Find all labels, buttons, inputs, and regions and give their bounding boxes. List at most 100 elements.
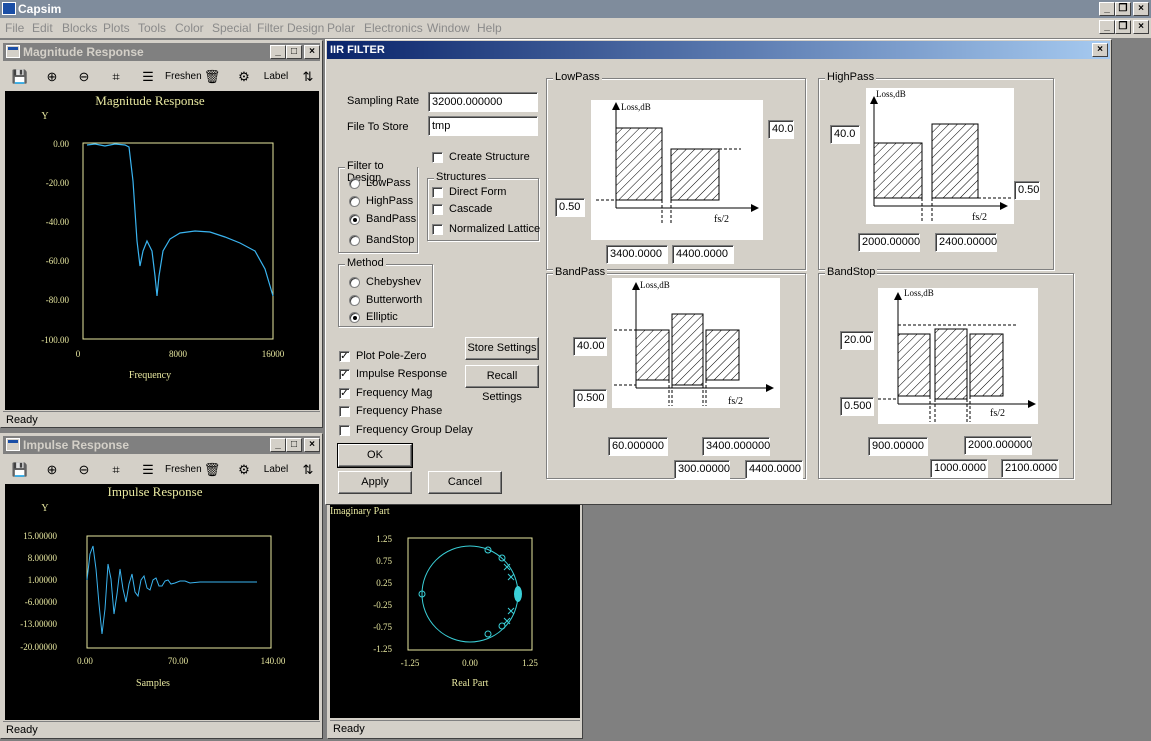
menu-file[interactable]: File — [5, 21, 24, 35]
menu-edit[interactable]: Edit — [32, 21, 53, 35]
apply-button[interactable]: Apply — [338, 471, 412, 494]
cancel-button[interactable]: Cancel — [428, 471, 502, 494]
freshen-button[interactable]: Freshen — [165, 66, 202, 88]
frequency-phase-checkbox[interactable] — [339, 406, 350, 417]
label-button[interactable]: Label — [261, 66, 291, 88]
minimize-icon[interactable]: _ — [270, 45, 286, 59]
list-icon[interactable]: ☰ — [135, 459, 161, 481]
bandstop-f1-input[interactable]: 900.00000 — [868, 437, 928, 456]
impulse-response-checkbox[interactable]: ✓ — [339, 369, 350, 380]
bandstop-radio[interactable] — [349, 235, 360, 246]
label-button[interactable]: Label — [261, 459, 291, 481]
save-icon[interactable]: 💾 — [7, 459, 33, 481]
menu-filter-design[interactable]: Filter Design — [257, 21, 324, 35]
menu-special[interactable]: Special — [212, 21, 251, 35]
maximize-icon[interactable]: □ — [286, 438, 302, 452]
file-to-store-input[interactable] — [428, 116, 538, 136]
bandpass-atten-input[interactable]: 40.00 — [573, 337, 607, 356]
minimize-icon[interactable]: _ — [270, 438, 286, 452]
pole-zero-plot[interactable]: Imaginary Part 1.25 0.75 0.25 -0.25 -0.7… — [330, 502, 580, 718]
app-icon[interactable] — [2, 2, 16, 15]
bandpass-f3-input[interactable]: 3400.000000 — [702, 437, 770, 456]
minimize-icon[interactable]: _ — [1099, 2, 1115, 16]
bandpass-f1-input[interactable]: 60.000000 — [608, 437, 668, 456]
impulse-window-titlebar[interactable]: Impulse Response _ □ × — [3, 436, 320, 454]
frequency-mag-checkbox[interactable]: ✓ — [339, 388, 350, 399]
create-structure-checkbox[interactable] — [432, 152, 443, 163]
lowpass-ripple-input[interactable]: 0.50 — [555, 198, 585, 217]
zoom-out-icon[interactable]: ⊖ — [71, 459, 97, 481]
butterworth-radio[interactable] — [349, 295, 360, 306]
menu-polar[interactable]: Polar — [327, 21, 355, 35]
menu-blocks[interactable]: Blocks — [62, 21, 97, 35]
bandpass-f4-input[interactable]: 4400.0000 — [745, 460, 803, 479]
highpass-atten-input[interactable]: 40.0 — [830, 125, 860, 144]
pole-zero-window[interactable]: Imaginary Part 1.25 0.75 0.25 -0.25 -0.7… — [327, 499, 583, 739]
bandpass-radio[interactable] — [349, 214, 360, 225]
menu-color[interactable]: Color — [175, 21, 204, 35]
mdi-restore-icon[interactable]: ❐ — [1115, 20, 1131, 34]
export-icon[interactable]: ⇅ — [295, 459, 321, 481]
bandstop-f3-input[interactable]: 2000.000000 — [964, 436, 1032, 455]
mdi-close-icon[interactable]: × — [1133, 20, 1149, 34]
zoom-out-icon[interactable]: ⊖ — [71, 66, 97, 88]
export-icon[interactable]: ⇅ — [295, 66, 321, 88]
store-settings-button[interactable]: Store Settings — [465, 337, 539, 360]
settings-icon[interactable]: ⚙ — [231, 66, 257, 88]
settings-icon[interactable]: ⚙ — [231, 459, 257, 481]
magnitude-window-titlebar[interactable]: Magnitude Response _ □ × — [3, 43, 320, 61]
magnitude-window[interactable]: Magnitude Response _ □ × 💾 ⊕ ⊖ ⌗ ☰ Fresh… — [0, 40, 323, 428]
menu-electronics[interactable]: Electronics — [364, 21, 423, 35]
impulse-window[interactable]: Impulse Response _ □ × 💾 ⊕ ⊖ ⌗ ☰ Freshen… — [0, 433, 323, 739]
lowpass-f1-input[interactable]: 3400.0000 — [606, 245, 668, 264]
frequency-group-delay-checkbox[interactable] — [339, 425, 350, 436]
zoom-in-icon[interactable]: ⊕ — [39, 66, 65, 88]
restore-icon[interactable]: ❐ — [1115, 2, 1131, 16]
recall-settings-button[interactable]: Recall Settings — [465, 365, 539, 403]
trash-icon[interactable]: 🗑 — [199, 66, 225, 88]
trash-icon[interactable]: 🗑 — [199, 459, 225, 481]
bandstop-f2-input[interactable]: 1000.0000 — [930, 459, 988, 478]
highpass-radio[interactable] — [349, 196, 360, 207]
menu-help[interactable]: Help — [477, 21, 502, 35]
save-icon[interactable]: 💾 — [7, 66, 33, 88]
menu-tools[interactable]: Tools — [138, 21, 166, 35]
dialog-titlebar[interactable]: IIR FILTER × — [327, 41, 1110, 59]
direct-form-checkbox[interactable] — [432, 187, 443, 198]
maximize-icon[interactable]: □ — [286, 45, 302, 59]
normalized-lattice-checkbox[interactable] — [432, 224, 443, 235]
close-icon[interactable]: × — [1133, 2, 1149, 16]
chebyshev-radio[interactable] — [349, 277, 360, 288]
bandstop-ripple-input[interactable]: 0.500 — [840, 397, 874, 416]
lowpass-f2-input[interactable]: 4400.0000 — [672, 245, 734, 264]
crosshair-icon[interactable]: ⌗ — [103, 459, 129, 481]
ok-button[interactable]: OK — [337, 443, 413, 468]
bandpass-ripple-input[interactable]: 0.500 — [573, 389, 607, 408]
cascade-checkbox[interactable] — [432, 204, 443, 215]
bandstop-f4-input[interactable]: 2100.0000 — [1001, 459, 1059, 478]
zoom-in-icon[interactable]: ⊕ — [39, 459, 65, 481]
lowpass-radio[interactable] — [349, 178, 360, 189]
iir-filter-dialog[interactable]: IIR FILTER × Sampling Rate File To Store… — [325, 39, 1112, 505]
plot-pole-zero-checkbox[interactable]: ✓ — [339, 351, 350, 362]
close-icon[interactable]: × — [304, 438, 320, 452]
magnitude-plot[interactable]: Magnitude Response Y 0.00 -20.00 -40.00 … — [5, 91, 319, 410]
highpass-ripple-input[interactable]: 0.50 — [1014, 181, 1040, 200]
sampling-rate-input[interactable] — [428, 92, 538, 112]
menu-window[interactable]: Window — [427, 21, 470, 35]
app-title: Capsim — [18, 2, 62, 16]
bandstop-atten-input[interactable]: 20.00 — [840, 331, 874, 350]
crosshair-icon[interactable]: ⌗ — [103, 66, 129, 88]
close-icon[interactable]: × — [1092, 43, 1108, 57]
list-icon[interactable]: ☰ — [135, 66, 161, 88]
freshen-button[interactable]: Freshen — [165, 459, 202, 481]
elliptic-radio[interactable] — [349, 312, 360, 323]
lowpass-atten-input[interactable]: 40.0 — [768, 120, 794, 139]
impulse-plot[interactable]: Impulse Response Y 15.00000 8.00000 1.00… — [5, 484, 319, 720]
highpass-f2-input[interactable]: 2400.00000 — [935, 233, 997, 252]
close-icon[interactable]: × — [304, 45, 320, 59]
menu-plots[interactable]: Plots — [103, 21, 130, 35]
mdi-minimize-icon[interactable]: _ — [1099, 20, 1115, 34]
bandpass-f2-input[interactable]: 300.00000 — [674, 460, 730, 479]
highpass-f1-input[interactable]: 2000.00000 — [858, 233, 920, 252]
